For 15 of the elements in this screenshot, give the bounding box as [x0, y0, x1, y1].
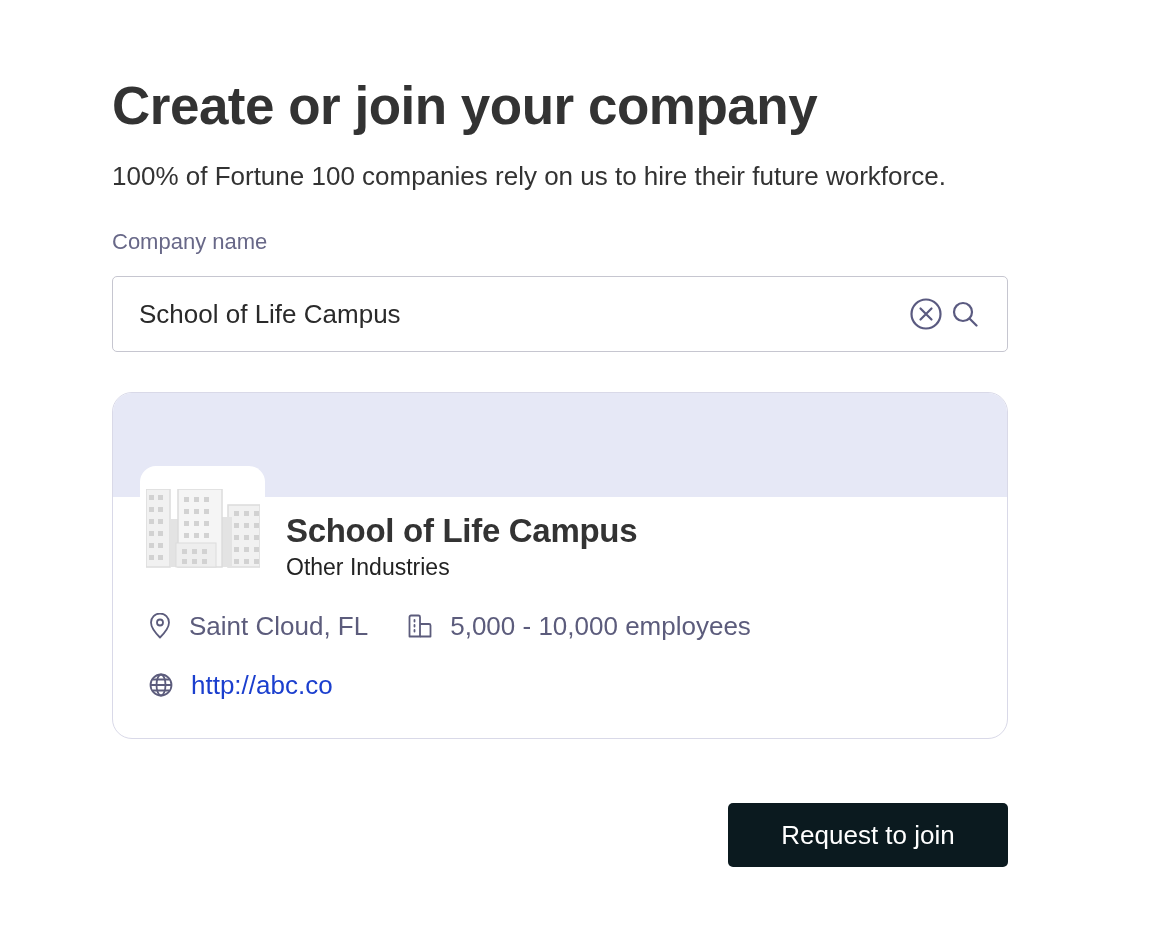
company-location: Saint Cloud, FL: [189, 610, 369, 642]
clear-icon[interactable]: [910, 298, 942, 330]
search-icon[interactable]: [952, 301, 978, 327]
company-search-field[interactable]: School of Life Campus: [112, 276, 1008, 352]
company-size: 5,000 - 10,000 employees: [450, 610, 751, 642]
request-to-join-button[interactable]: Request to join: [728, 803, 1008, 867]
company-name: School of Life Campus: [286, 512, 638, 550]
company-industry: Other Industries: [286, 553, 450, 582]
field-label: Company name: [112, 228, 268, 256]
page-subtitle: 100% of Fortune 100 companies rely on us to hire their future workforce.: [112, 160, 946, 192]
website-link[interactable]: http://abc.co: [191, 669, 333, 701]
building-icon: [408, 614, 433, 638]
map-pin-icon: [149, 613, 171, 639]
globe-icon: [149, 673, 173, 697]
page-title: Create or join your company: [112, 78, 818, 134]
